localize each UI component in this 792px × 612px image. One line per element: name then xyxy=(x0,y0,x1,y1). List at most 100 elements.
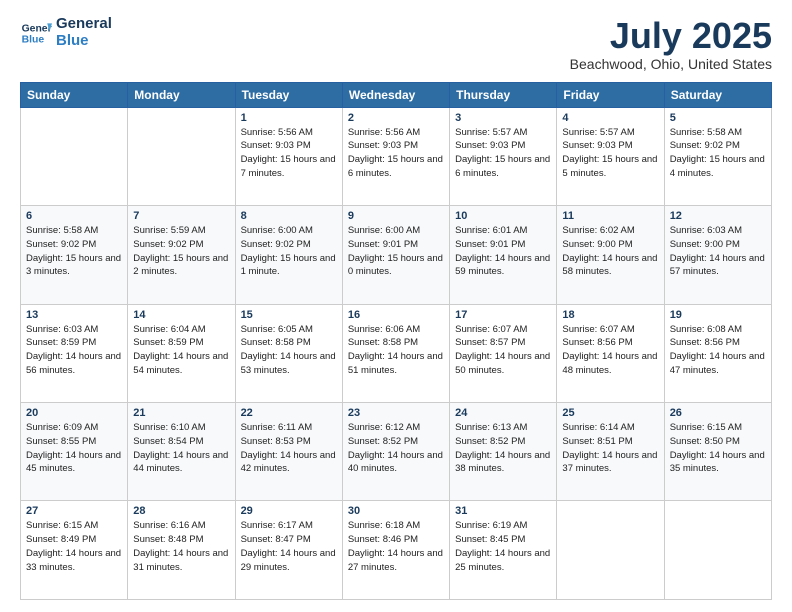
day-info: Sunrise: 6:15 AM Sunset: 8:49 PM Dayligh… xyxy=(26,519,122,574)
day-info: Sunrise: 6:00 AM Sunset: 9:02 PM Dayligh… xyxy=(241,224,337,279)
week-row-3: 20 Sunrise: 6:09 AM Sunset: 8:55 PM Dayli… xyxy=(21,403,772,501)
day-header-thursday: Thursday xyxy=(450,82,557,107)
day-header-wednesday: Wednesday xyxy=(342,82,449,107)
day-number: 31 xyxy=(455,505,551,517)
day-header-saturday: Saturday xyxy=(664,82,771,107)
day-number: 11 xyxy=(562,210,658,222)
calendar-cell: 10 Sunrise: 6:01 AM Sunset: 9:01 PM Dayli… xyxy=(450,206,557,304)
calendar-cell: 6 Sunrise: 5:58 AM Sunset: 9:02 PM Daylig… xyxy=(21,206,128,304)
calendar-cell: 7Sunrise: 5:59 AM Sunset: 9:02 PM Daylig… xyxy=(128,206,235,304)
day-number: 26 xyxy=(670,407,766,419)
svg-text:Blue: Blue xyxy=(22,34,45,45)
calendar-table: SundayMondayTuesdayWednesdayThursdayFrid… xyxy=(20,82,772,600)
day-info: Sunrise: 6:11 AM Sunset: 8:53 PM Dayligh… xyxy=(241,421,337,476)
logo: General Blue General Blue xyxy=(20,16,112,49)
calendar-cell: 3Sunrise: 5:57 AM Sunset: 9:03 PM Daylig… xyxy=(450,107,557,205)
calendar-cell: 19Sunrise: 6:08 AM Sunset: 8:56 PM Dayli… xyxy=(664,304,771,402)
day-number: 14 xyxy=(133,309,229,321)
day-info: Sunrise: 6:07 AM Sunset: 8:57 PM Dayligh… xyxy=(455,323,551,378)
svg-text:General: General xyxy=(22,23,52,34)
day-number: 19 xyxy=(670,309,766,321)
calendar-cell: 17 Sunrise: 6:07 AM Sunset: 8:57 PM Dayli… xyxy=(450,304,557,402)
day-info: Sunrise: 6:02 AM Sunset: 9:00 PM Dayligh… xyxy=(562,224,658,279)
day-info: Sunrise: 6:03 AM Sunset: 9:00 PM Dayligh… xyxy=(670,224,766,279)
day-info: Sunrise: 6:19 AM Sunset: 8:45 PM Dayligh… xyxy=(455,519,551,574)
day-number: 5 xyxy=(670,112,766,124)
day-number: 21 xyxy=(133,407,229,419)
calendar-cell: 11 Sunrise: 6:02 AM Sunset: 9:00 PM Dayli… xyxy=(557,206,664,304)
calendar-cell: 22 Sunrise: 6:11 AM Sunset: 8:53 PM Dayli… xyxy=(235,403,342,501)
day-number: 12 xyxy=(670,210,766,222)
day-number: 8 xyxy=(241,210,337,222)
day-number: 9 xyxy=(348,210,444,222)
calendar-cell: 8 Sunrise: 6:00 AM Sunset: 9:02 PM Daylig… xyxy=(235,206,342,304)
calendar-cell: 16 Sunrise: 6:06 AM Sunset: 8:58 PM Dayli… xyxy=(342,304,449,402)
calendar-cell: 25Sunrise: 6:14 AM Sunset: 8:51 PM Dayli… xyxy=(557,403,664,501)
day-info: Sunrise: 6:04 AM Sunset: 8:59 PM Dayligh… xyxy=(133,323,229,378)
page: General Blue General Blue July 2025 Beac… xyxy=(0,0,792,612)
day-info: Sunrise: 6:03 AM Sunset: 8:59 PM Dayligh… xyxy=(26,323,122,378)
calendar-cell: 9Sunrise: 6:00 AM Sunset: 9:01 PM Daylig… xyxy=(342,206,449,304)
calendar-cell: 18 Sunrise: 6:07 AM Sunset: 8:56 PM Dayli… xyxy=(557,304,664,402)
day-info: Sunrise: 6:09 AM Sunset: 8:55 PM Dayligh… xyxy=(26,421,122,476)
day-number: 15 xyxy=(241,309,337,321)
calendar-cell: 31 Sunrise: 6:19 AM Sunset: 8:45 PM Dayli… xyxy=(450,501,557,600)
calendar-cell: 21 Sunrise: 6:10 AM Sunset: 8:54 PM Dayli… xyxy=(128,403,235,501)
day-number: 10 xyxy=(455,210,551,222)
day-info: Sunrise: 5:58 AM Sunset: 9:02 PM Dayligh… xyxy=(670,126,766,181)
day-info: Sunrise: 5:57 AM Sunset: 9:03 PM Dayligh… xyxy=(562,126,658,181)
day-info: Sunrise: 6:06 AM Sunset: 8:58 PM Dayligh… xyxy=(348,323,444,378)
day-number: 7 xyxy=(133,210,229,222)
calendar-header-row: SundayMondayTuesdayWednesdayThursdayFrid… xyxy=(21,82,772,107)
calendar-cell: 24Sunrise: 6:13 AM Sunset: 8:52 PM Dayli… xyxy=(450,403,557,501)
calendar-cell: 14 Sunrise: 6:04 AM Sunset: 8:59 PM Dayli… xyxy=(128,304,235,402)
calendar-cell: 27Sunrise: 6:15 AM Sunset: 8:49 PM Dayli… xyxy=(21,501,128,600)
logo-text: General Blue xyxy=(56,16,112,49)
calendar-cell: 5 Sunrise: 5:58 AM Sunset: 9:02 PM Daylig… xyxy=(664,107,771,205)
day-number: 4 xyxy=(562,112,658,124)
logo-icon: General Blue xyxy=(20,17,52,49)
calendar-cell: 20 Sunrise: 6:09 AM Sunset: 8:55 PM Dayli… xyxy=(21,403,128,501)
calendar-cell xyxy=(557,501,664,600)
day-info: Sunrise: 6:01 AM Sunset: 9:01 PM Dayligh… xyxy=(455,224,551,279)
day-number: 20 xyxy=(26,407,122,419)
day-info: Sunrise: 6:15 AM Sunset: 8:50 PM Dayligh… xyxy=(670,421,766,476)
day-number: 28 xyxy=(133,505,229,517)
day-number: 6 xyxy=(26,210,122,222)
day-number: 17 xyxy=(455,309,551,321)
calendar-cell: 1 Sunrise: 5:56 AM Sunset: 9:03 PM Daylig… xyxy=(235,107,342,205)
calendar-cell: 26 Sunrise: 6:15 AM Sunset: 8:50 PM Dayli… xyxy=(664,403,771,501)
day-header-tuesday: Tuesday xyxy=(235,82,342,107)
day-number: 23 xyxy=(348,407,444,419)
day-info: Sunrise: 6:07 AM Sunset: 8:56 PM Dayligh… xyxy=(562,323,658,378)
day-number: 18 xyxy=(562,309,658,321)
calendar-cell: 28Sunrise: 6:16 AM Sunset: 8:48 PM Dayli… xyxy=(128,501,235,600)
day-info: Sunrise: 6:13 AM Sunset: 8:52 PM Dayligh… xyxy=(455,421,551,476)
day-number: 30 xyxy=(348,505,444,517)
day-info: Sunrise: 6:18 AM Sunset: 8:46 PM Dayligh… xyxy=(348,519,444,574)
day-info: Sunrise: 6:17 AM Sunset: 8:47 PM Dayligh… xyxy=(241,519,337,574)
calendar-cell: 29Sunrise: 6:17 AM Sunset: 8:47 PM Dayli… xyxy=(235,501,342,600)
calendar-cell xyxy=(21,107,128,205)
week-row-0: 1 Sunrise: 5:56 AM Sunset: 9:03 PM Daylig… xyxy=(21,107,772,205)
day-info: Sunrise: 5:56 AM Sunset: 9:03 PM Dayligh… xyxy=(241,126,337,181)
day-number: 22 xyxy=(241,407,337,419)
day-number: 16 xyxy=(348,309,444,321)
calendar-cell: 4 Sunrise: 5:57 AM Sunset: 9:03 PM Daylig… xyxy=(557,107,664,205)
day-info: Sunrise: 6:05 AM Sunset: 8:58 PM Dayligh… xyxy=(241,323,337,378)
week-row-4: 27Sunrise: 6:15 AM Sunset: 8:49 PM Dayli… xyxy=(21,501,772,600)
day-info: Sunrise: 6:14 AM Sunset: 8:51 PM Dayligh… xyxy=(562,421,658,476)
day-header-sunday: Sunday xyxy=(21,82,128,107)
day-info: Sunrise: 6:10 AM Sunset: 8:54 PM Dayligh… xyxy=(133,421,229,476)
day-info: Sunrise: 5:58 AM Sunset: 9:02 PM Dayligh… xyxy=(26,224,122,279)
calendar-cell: 12 Sunrise: 6:03 AM Sunset: 9:00 PM Dayli… xyxy=(664,206,771,304)
day-info: Sunrise: 5:56 AM Sunset: 9:03 PM Dayligh… xyxy=(348,126,444,181)
week-row-2: 13 Sunrise: 6:03 AM Sunset: 8:59 PM Dayli… xyxy=(21,304,772,402)
day-number: 2 xyxy=(348,112,444,124)
calendar-cell: 23 Sunrise: 6:12 AM Sunset: 8:52 PM Dayli… xyxy=(342,403,449,501)
day-number: 1 xyxy=(241,112,337,124)
calendar-cell: 13 Sunrise: 6:03 AM Sunset: 8:59 PM Dayli… xyxy=(21,304,128,402)
day-number: 13 xyxy=(26,309,122,321)
day-header-monday: Monday xyxy=(128,82,235,107)
day-info: Sunrise: 6:12 AM Sunset: 8:52 PM Dayligh… xyxy=(348,421,444,476)
